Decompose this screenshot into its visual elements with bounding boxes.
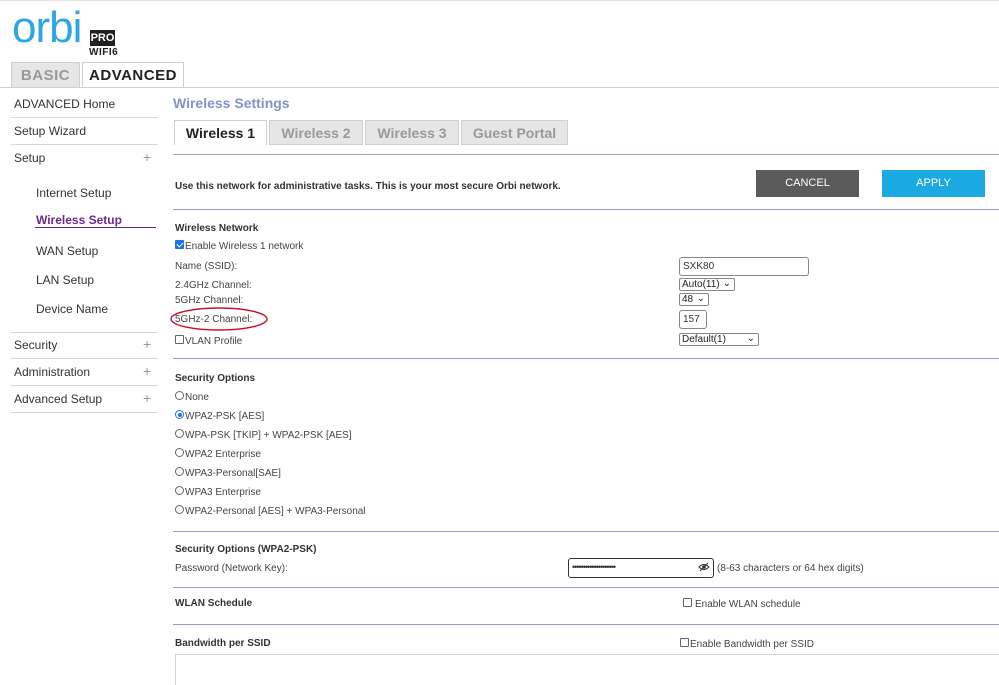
radio-label-wpa2-enterprise: WPA2 Enterprise — [185, 449, 261, 460]
expand-plus-icon[interactable]: + — [143, 336, 151, 352]
tab-wireless-3[interactable]: Wireless 3 — [365, 120, 459, 145]
chevron-down-icon: ⌄ — [696, 293, 705, 304]
enable-wireless-checkbox[interactable] — [175, 240, 184, 249]
sidebar-divider — [11, 117, 158, 118]
apply-button[interactable]: APPLY — [882, 170, 985, 197]
password-input[interactable]: •••••••••••••••••••• — [568, 558, 714, 578]
channel-24-select[interactable]: Auto(11) ⌄ — [679, 278, 735, 291]
section-divider — [173, 624, 999, 625]
psk-heading: Security Options (WPA2-PSK) — [175, 544, 317, 555]
bandwidth-heading: Bandwidth per SSID — [175, 638, 271, 649]
chevron-down-icon: ⌄ — [722, 278, 731, 289]
red-annotation-circle — [170, 307, 268, 331]
channel-5-select[interactable]: 48 ⌄ — [679, 293, 709, 306]
section-divider — [173, 209, 999, 210]
sidebar-item-security[interactable]: Security — [14, 338, 57, 352]
vlan-profile-checkbox[interactable] — [175, 335, 184, 344]
section-divider — [173, 531, 999, 532]
ssid-input[interactable]: SXK80 — [679, 257, 809, 276]
sidebar-subitem-lan-setup[interactable]: LAN Setup — [36, 273, 94, 287]
chevron-down-icon: ⌄ — [746, 333, 755, 344]
cancel-button[interactable]: CANCEL — [756, 170, 859, 197]
channel-5-2-input[interactable]: 157 — [679, 310, 707, 329]
radio-label-wpa-wpa2-mixed: WPA-PSK [TKIP] + WPA2-PSK [AES] — [185, 430, 352, 441]
radio-label-wpa3-personal: WPA3-Personal[SAE] — [185, 468, 281, 479]
sidebar-subitem-wan-setup[interactable]: WAN Setup — [36, 244, 98, 258]
radio-wpa3-personal[interactable] — [175, 467, 184, 476]
intro-text: Use this network for administrative task… — [175, 181, 561, 192]
wlan-schedule-heading: WLAN Schedule — [175, 598, 253, 609]
sidebar-divider — [11, 358, 158, 359]
radio-label-none: None — [185, 392, 209, 403]
password-hint: (8-63 characters or 64 hex digits) — [717, 563, 864, 574]
wlan-schedule-label: Enable WLAN schedule — [695, 599, 801, 610]
password-masked-value: •••••••••••••••••••• — [572, 562, 616, 572]
bandwidth-panel — [175, 654, 999, 685]
logo-word: orbi — [12, 3, 82, 52]
sidebar-divider — [11, 385, 158, 386]
tab-basic[interactable]: BASIC — [11, 62, 80, 87]
wireless-network-heading: Wireless Network — [175, 223, 259, 234]
enable-wireless-label: Enable Wireless 1 network — [185, 241, 304, 252]
sidebar-divider — [11, 332, 158, 333]
page-title: Wireless Settings — [173, 95, 290, 111]
tab-wireless-1[interactable]: Wireless 1 — [174, 120, 267, 145]
expand-plus-icon[interactable]: + — [143, 363, 151, 379]
active-underline — [35, 227, 156, 228]
sidebar-item-administration[interactable]: Administration — [14, 365, 90, 379]
radio-wpa3-enterprise[interactable] — [175, 486, 184, 495]
channel-24-label: 2.4GHz Channel: — [175, 280, 252, 291]
security-options-heading: Security Options — [175, 373, 256, 384]
sidebar-subitem-internet-setup[interactable]: Internet Setup — [36, 186, 111, 200]
tab-guest-portal[interactable]: Guest Portal — [461, 120, 568, 145]
tab-advanced[interactable]: ADVANCED — [82, 62, 184, 87]
sidebar-divider — [11, 412, 158, 413]
channel-5-value: 48 — [682, 294, 694, 305]
tabs-divider — [0, 87, 999, 88]
radio-label-wpa2-wpa3-personal: WPA2-Personal [AES] + WPA3-Personal — [185, 506, 366, 517]
sidebar-item-setup-wizard[interactable]: Setup Wizard — [14, 124, 86, 138]
section-divider — [173, 154, 999, 155]
bandwidth-checkbox[interactable] — [680, 638, 689, 647]
expand-plus-icon[interactable]: + — [143, 149, 151, 165]
logo-pro-badge: PRO — [90, 30, 115, 46]
ssid-label: Name (SSID): — [175, 261, 238, 272]
radio-wpa2-enterprise[interactable] — [175, 448, 184, 457]
section-divider — [173, 358, 999, 359]
password-label: Password (Network Key): — [175, 563, 288, 574]
radio-wpa2-wpa3-personal[interactable] — [175, 505, 184, 514]
sidebar-item-advanced-home[interactable]: ADVANCED Home — [14, 97, 115, 111]
bandwidth-label: Enable Bandwidth per SSID — [690, 639, 814, 650]
vlan-profile-label: VLAN Profile — [185, 336, 243, 347]
sidebar-subitem-device-name[interactable]: Device Name — [36, 302, 108, 316]
sidebar-item-advanced-setup[interactable]: Advanced Setup — [14, 392, 102, 406]
vlan-profile-select[interactable]: Default(1) ⌄ — [679, 333, 759, 346]
sidebar-item-setup[interactable]: Setup — [14, 151, 45, 165]
radio-label-wpa2-psk-aes: WPA2-PSK [AES] — [185, 411, 265, 422]
vlan-profile-value: Default(1) — [682, 334, 726, 345]
sidebar-subitem-wireless-setup[interactable]: Wireless Setup — [36, 213, 122, 227]
expand-plus-icon[interactable]: + — [143, 390, 151, 406]
radio-none[interactable] — [175, 391, 184, 400]
channel-24-value: Auto(11) — [682, 279, 720, 290]
sidebar-divider — [11, 144, 158, 145]
logo-wifi6: WIFI6 — [89, 47, 119, 58]
section-divider — [173, 587, 999, 588]
wlan-schedule-checkbox[interactable] — [683, 598, 692, 607]
radio-wpa-wpa2-mixed[interactable] — [175, 429, 184, 438]
top-border — [0, 0, 999, 1]
tab-wireless-2[interactable]: Wireless 2 — [269, 120, 363, 145]
radio-wpa2-psk-aes[interactable] — [175, 410, 184, 419]
radio-label-wpa3-enterprise: WPA3 Enterprise — [185, 487, 261, 498]
eye-slash-icon[interactable] — [698, 561, 710, 573]
